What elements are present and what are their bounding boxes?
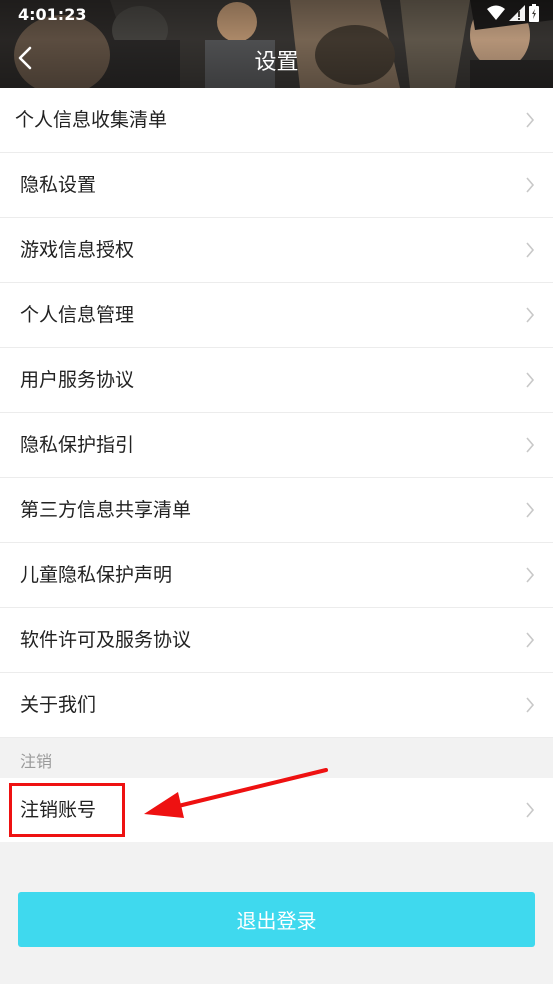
chevron-right-icon <box>526 567 535 583</box>
menu-item-children-privacy[interactable]: 儿童隐私保护声明 <box>0 543 553 608</box>
logout-button[interactable]: 退出登录 <box>18 892 535 947</box>
signal-icon <box>509 5 525 21</box>
settings-list: 个人信息收集清单 隐私设置 游戏信息授权 个人信息管理 用户服务协议 隐私保护指… <box>0 88 553 738</box>
menu-item-label: 游戏信息授权 <box>20 239 135 261</box>
status-time: 4:01:23 <box>18 5 87 24</box>
menu-item-label: 个人信息管理 <box>20 304 135 326</box>
menu-item-personal-info-management[interactable]: 个人信息管理 <box>0 283 553 348</box>
menu-item-privacy-guide[interactable]: 隐私保护指引 <box>0 413 553 478</box>
menu-item-game-info-authorization[interactable]: 游戏信息授权 <box>0 218 553 283</box>
menu-item-software-license[interactable]: 软件许可及服务协议 <box>0 608 553 673</box>
chevron-right-icon <box>526 632 535 648</box>
annotation-highlight-box <box>9 783 125 837</box>
menu-item-privacy-settings[interactable]: 隐私设置 <box>0 153 553 218</box>
chevron-right-icon <box>526 437 535 453</box>
menu-item-label: 隐私设置 <box>20 174 97 196</box>
menu-item-third-party-sharing[interactable]: 第三方信息共享清单 <box>0 478 553 543</box>
menu-item-label: 用户服务协议 <box>20 369 135 391</box>
menu-item-about-us[interactable]: 关于我们 <box>0 673 553 738</box>
page-title: 设置 <box>254 50 299 75</box>
menu-item-label: 第三方信息共享清单 <box>20 499 192 521</box>
chevron-right-icon <box>526 697 535 713</box>
chevron-right-icon <box>526 502 535 518</box>
section-header-label: 注销 <box>20 752 53 771</box>
chevron-right-icon <box>526 112 535 128</box>
battery-icon <box>529 4 539 22</box>
chevron-right-icon <box>526 242 535 258</box>
wifi-icon <box>487 5 505 20</box>
menu-item-label: 隐私保护指引 <box>20 434 135 456</box>
chevron-right-icon <box>526 307 535 323</box>
header-banner: 4:01:23 设置 <box>0 0 553 88</box>
status-icons <box>487 4 539 22</box>
menu-item-user-service-agreement[interactable]: 用户服务协议 <box>0 348 553 413</box>
menu-item-personal-info-list[interactable]: 个人信息收集清单 <box>0 88 553 153</box>
chevron-right-icon <box>526 177 535 193</box>
menu-item-label: 儿童隐私保护声明 <box>20 564 173 586</box>
annotation-arrow-icon <box>144 768 328 818</box>
menu-item-label: 软件许可及服务协议 <box>20 629 192 651</box>
chevron-right-icon <box>526 372 535 388</box>
menu-item-label: 关于我们 <box>20 694 97 716</box>
chevron-right-icon <box>526 802 535 818</box>
menu-item-label: 个人信息收集清单 <box>15 109 168 131</box>
